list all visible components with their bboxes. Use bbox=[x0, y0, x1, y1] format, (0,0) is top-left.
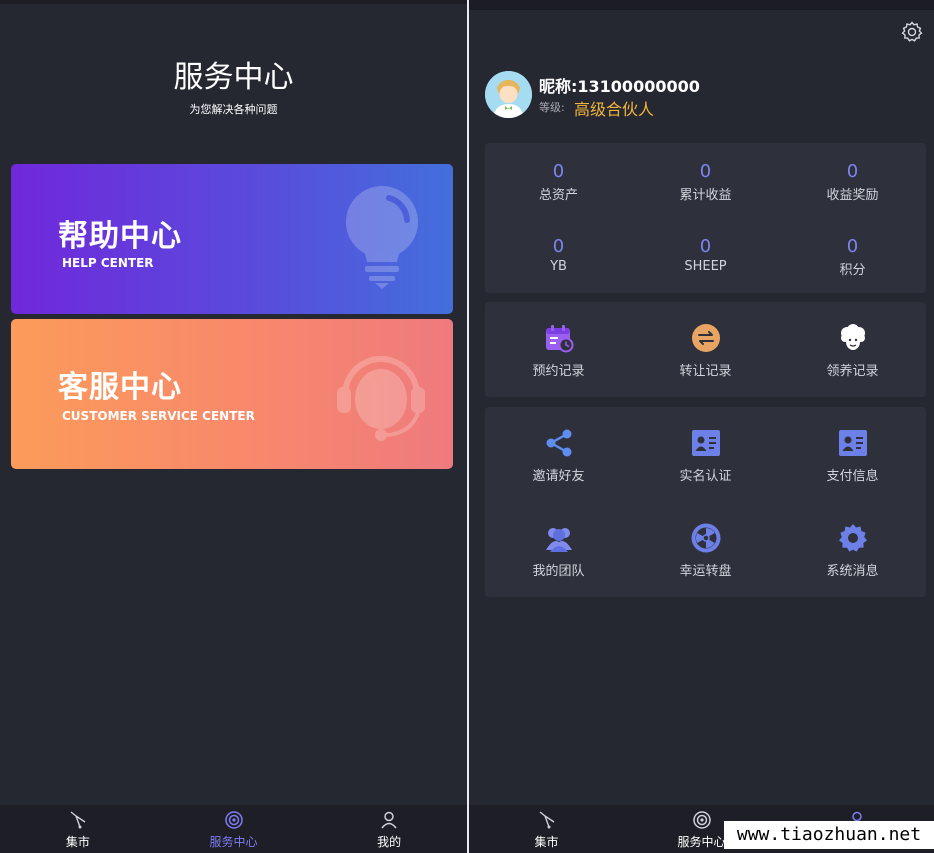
adoption-records-button[interactable]: 领养记录 bbox=[779, 322, 926, 379]
invite-friends-label: 邀请好友 bbox=[532, 469, 585, 484]
headset-agent-icon bbox=[337, 356, 425, 441]
stat-yb[interactable]: 0 YB bbox=[485, 236, 632, 274]
stat-value: 0 bbox=[846, 161, 859, 182]
transfer-records-label: 转让记录 bbox=[679, 364, 732, 379]
lightbulb-icon bbox=[346, 186, 418, 289]
level-value: 高级合伙人 bbox=[574, 100, 655, 119]
page-title: 服务中心 bbox=[173, 60, 294, 95]
status-bar bbox=[469, 0, 934, 10]
stat-value: 0 bbox=[552, 236, 565, 257]
settings-gear-icon[interactable] bbox=[900, 20, 924, 44]
calendar-clock-icon bbox=[545, 325, 573, 353]
stat-value: 0 bbox=[552, 161, 565, 182]
page-subtitle: 为您解决各种问题 bbox=[189, 103, 278, 116]
reservation-records-label: 预约记录 bbox=[532, 364, 585, 379]
sheep-icon bbox=[840, 324, 865, 350]
stat-label: 总资产 bbox=[538, 188, 578, 203]
stat-label: 累计收益 bbox=[679, 188, 732, 203]
customer-service-card[interactable]: 客服中心 CUSTOMER SERVICE CENTER bbox=[11, 319, 453, 469]
lucky-wheel-button[interactable]: 幸运转盘 bbox=[632, 522, 779, 579]
transfer-records-button[interactable]: 转让记录 bbox=[632, 322, 779, 379]
bottom-tab-bar: 集市 服务中心 我的 bbox=[0, 805, 467, 853]
adoption-records-label: 领养记录 bbox=[826, 364, 879, 379]
tab-market[interactable]: 集市 bbox=[0, 805, 156, 853]
tab-mine-label: 我的 bbox=[377, 835, 402, 849]
market-icon bbox=[539, 811, 554, 829]
stat-sheep[interactable]: 0 SHEEP bbox=[632, 236, 779, 274]
gear-icon bbox=[838, 524, 867, 552]
stat-accumulated-income[interactable]: 0 累计收益 bbox=[632, 161, 779, 203]
stat-value: 0 bbox=[699, 161, 712, 182]
real-name-auth-button[interactable]: 实名认证 bbox=[632, 427, 779, 484]
system-messages-label: 系统消息 bbox=[826, 564, 879, 579]
customer-service-title: 客服中心 bbox=[58, 370, 182, 405]
service-center-screen: 服务中心 为您解决各种问题 帮助中心 HELP CENTER 客服中心 CUST… bbox=[0, 0, 467, 853]
stat-income-reward[interactable]: 0 收益奖励 bbox=[779, 161, 926, 203]
invite-friends-button[interactable]: 邀请好友 bbox=[485, 427, 632, 484]
tab-market[interactable]: 集市 bbox=[469, 805, 624, 853]
team-icon bbox=[545, 528, 572, 552]
transfer-icon bbox=[691, 324, 720, 352]
stat-label: SHEEP bbox=[684, 259, 727, 274]
help-center-card[interactable]: 帮助中心 HELP CENTER bbox=[11, 164, 453, 314]
help-center-subtitle: HELP CENTER bbox=[62, 256, 154, 270]
id-card-icon bbox=[691, 430, 720, 456]
site-watermark: www.tiaozhuan.net bbox=[724, 821, 934, 849]
records-panel: 预约记录 转让记录 领养记录 bbox=[485, 302, 926, 397]
person-icon bbox=[381, 811, 397, 829]
lucky-wheel-icon bbox=[691, 523, 720, 553]
tab-mine[interactable]: 我的 bbox=[311, 805, 467, 853]
help-center-title: 帮助中心 bbox=[58, 219, 182, 254]
payment-card-icon bbox=[838, 430, 867, 456]
service-center-icon bbox=[224, 811, 243, 829]
avatar[interactable] bbox=[485, 71, 532, 118]
real-name-auth-label: 实名认证 bbox=[679, 469, 732, 484]
tab-service-center-label: 服务中心 bbox=[677, 835, 726, 849]
stat-label: 积分 bbox=[839, 263, 866, 278]
profile-screen: 昵称:13100000000 等级: 高级合伙人 0 总资产 0 累计收益 0 … bbox=[469, 0, 934, 853]
stat-points[interactable]: 0 积分 bbox=[779, 236, 926, 278]
nickname: 昵称:13100000000 bbox=[539, 77, 700, 96]
function-menu-panel: 邀请好友 实名认证 支付信息 我的团队 幸运转盘 系统消息 bbox=[485, 407, 926, 597]
status-bar bbox=[0, 0, 467, 4]
payment-info-button[interactable]: 支付信息 bbox=[779, 427, 926, 484]
tab-service-center-label: 服务中心 bbox=[209, 835, 258, 849]
market-icon bbox=[70, 811, 86, 829]
system-messages-button[interactable]: 系统消息 bbox=[779, 522, 926, 579]
service-center-icon bbox=[692, 811, 711, 829]
tab-market-label: 集市 bbox=[534, 835, 559, 849]
stat-total-assets[interactable]: 0 总资产 bbox=[485, 161, 632, 203]
asset-stats-panel: 0 总资产 0 累计收益 0 收益奖励 0 YB 0 SHEEP 0 积分 bbox=[485, 143, 926, 293]
stat-value: 0 bbox=[846, 236, 859, 257]
tab-market-label: 集市 bbox=[65, 835, 90, 849]
lucky-wheel-label: 幸运转盘 bbox=[679, 564, 732, 579]
my-team-label: 我的团队 bbox=[532, 564, 585, 579]
reservation-records-button[interactable]: 预约记录 bbox=[485, 322, 632, 379]
payment-info-label: 支付信息 bbox=[826, 469, 879, 484]
stat-label: 收益奖励 bbox=[826, 188, 879, 203]
tab-service-center[interactable]: 服务中心 bbox=[156, 805, 312, 853]
share-icon bbox=[546, 429, 571, 457]
stat-label: YB bbox=[550, 259, 567, 274]
my-team-button[interactable]: 我的团队 bbox=[485, 522, 632, 579]
customer-service-subtitle: CUSTOMER SERVICE CENTER bbox=[62, 409, 255, 423]
avatar-image bbox=[485, 71, 532, 118]
stat-value: 0 bbox=[699, 236, 712, 257]
level-label: 等级: bbox=[539, 101, 565, 114]
